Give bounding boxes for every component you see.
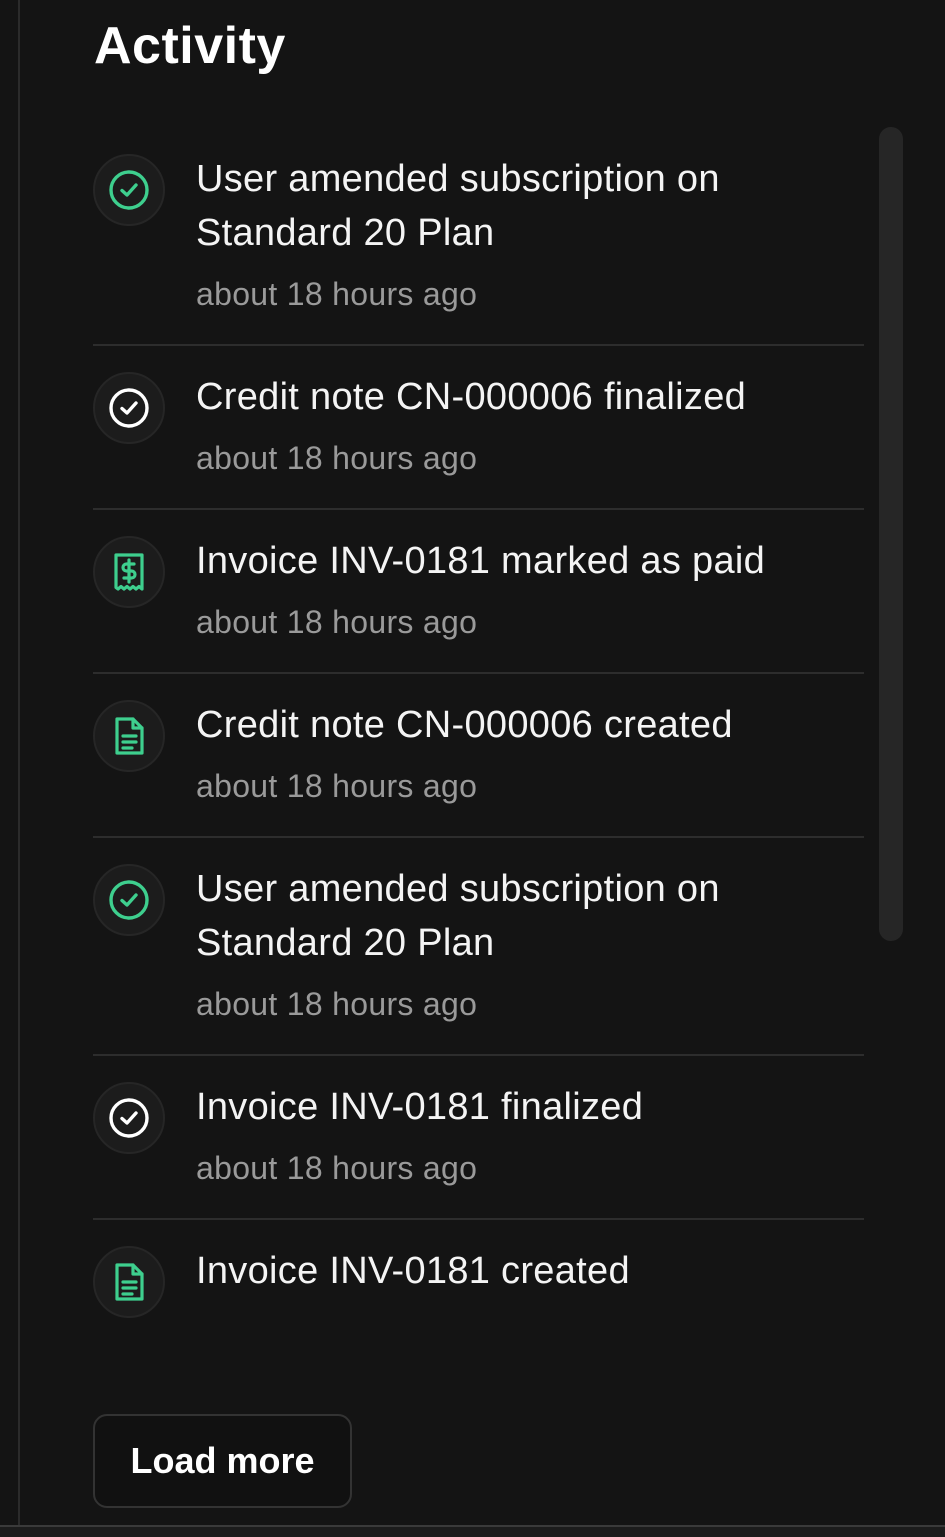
circle-check-icon xyxy=(93,372,165,444)
activity-item: Credit note CN-000006 finalized about 18… xyxy=(93,346,864,510)
activity-list[interactable]: User amended subscription on Standard 20… xyxy=(93,128,864,1384)
activity-item-title: Invoice INV-0181 created xyxy=(196,1250,630,1292)
activity-item: Invoice INV-0181 finalized about 18 hour… xyxy=(93,1056,864,1220)
activity-item: User amended subscription on Standard 20… xyxy=(93,838,864,1056)
document-icon xyxy=(93,1246,165,1318)
activity-item-time: about 18 hours ago xyxy=(196,604,478,640)
panel-left-border xyxy=(18,0,20,1525)
activity-panel: Activity User amended subscription on St… xyxy=(0,0,945,1537)
activity-item: Invoice INV-0181 created xyxy=(93,1220,864,1348)
load-more-button[interactable]: Load more xyxy=(93,1414,352,1508)
activity-item-time: about 18 hours ago xyxy=(196,986,478,1022)
activity-item-title: Invoice INV-0181 marked as paid xyxy=(196,540,766,582)
activity-item-title: Invoice INV-0181 finalized xyxy=(196,1086,644,1128)
activity-item-time: about 18 hours ago xyxy=(196,1150,478,1186)
activity-item-time: about 18 hours ago xyxy=(196,276,478,312)
activity-item-title: User amended subscription on Standard 20… xyxy=(196,868,720,964)
activity-item: Invoice INV-0181 marked as paid about 18… xyxy=(93,510,864,674)
circle-check-icon xyxy=(93,1082,165,1154)
activity-item-title: Credit note CN-000006 finalized xyxy=(196,376,747,418)
activity-item-time: about 18 hours ago xyxy=(196,440,478,476)
activity-item-time: about 18 hours ago xyxy=(196,768,478,804)
activity-item-title: User amended subscription on Standard 20… xyxy=(196,158,720,254)
panel-bottom-strip xyxy=(0,1527,945,1537)
activity-item: User amended subscription on Standard 20… xyxy=(93,128,864,346)
scrollbar[interactable] xyxy=(879,127,903,941)
activity-item: Credit note CN-000006 created about 18 h… xyxy=(93,674,864,838)
page-title: Activity xyxy=(94,17,286,75)
receipt-dollar-icon xyxy=(93,536,165,608)
circle-check-icon xyxy=(93,864,165,936)
activity-item-title: Credit note CN-000006 created xyxy=(196,704,733,746)
circle-check-icon xyxy=(93,154,165,226)
document-icon xyxy=(93,700,165,772)
